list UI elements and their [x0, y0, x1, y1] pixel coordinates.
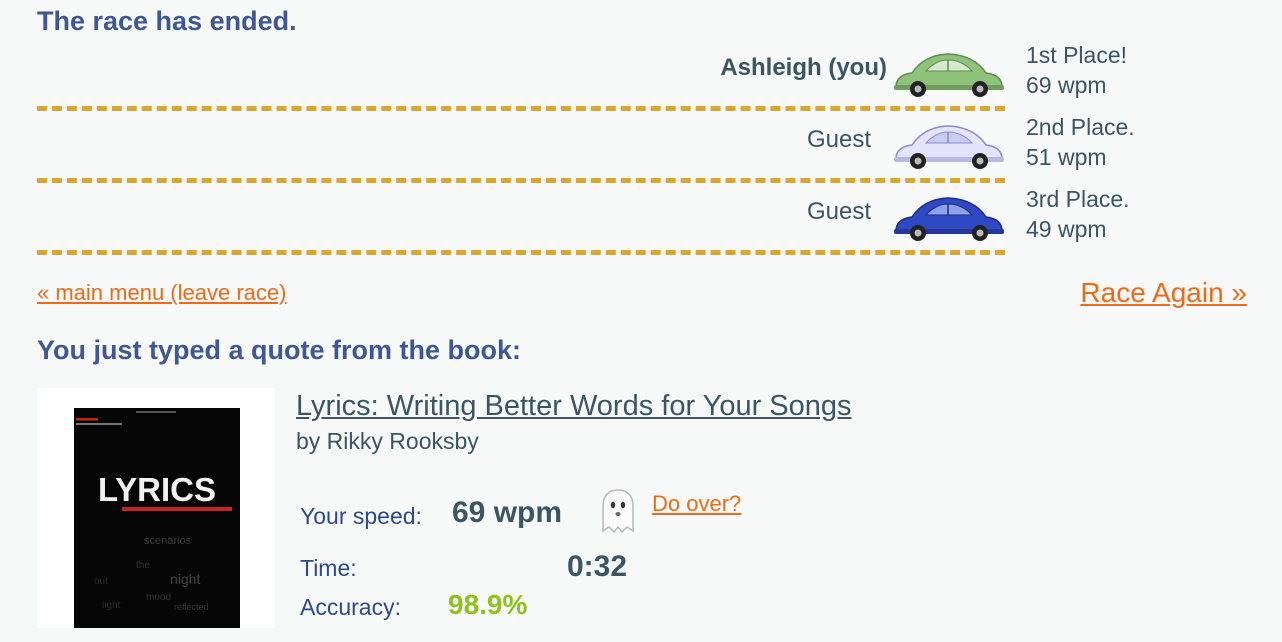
racer-name-1: Ashleigh (you): [720, 54, 887, 81]
svg-text:light: light: [102, 600, 121, 611]
track-lane-divider: [37, 250, 1005, 255]
book-cover-image[interactable]: LYRICS scenarios night the out mood ligh…: [74, 408, 240, 628]
time-label: Time:: [300, 555, 357, 581]
do-over-link[interactable]: Do over?: [652, 491, 741, 517]
racer-speed-1: 69 wpm: [1026, 72, 1107, 98]
svg-text:reflected: reflected: [174, 602, 209, 612]
car-icon-green: [890, 49, 1006, 99]
speed-label: Your speed:: [300, 503, 422, 529]
ghost-icon[interactable]: [594, 487, 642, 535]
accuracy-value: 98.9%: [448, 589, 528, 620]
speed-value: 69 wpm: [452, 496, 563, 529]
racer-place-3: 3rd Place.: [1026, 186, 1130, 212]
track-lane-divider: [37, 106, 1005, 111]
book-cover-text: LYRICS: [98, 471, 216, 508]
racer-speed-3: 49 wpm: [1026, 216, 1107, 242]
svg-text:night: night: [170, 571, 200, 587]
racer-speed-2: 51 wpm: [1026, 144, 1107, 170]
car-icon-blue: [890, 193, 1006, 243]
main-menu-link[interactable]: « main menu (leave race): [37, 280, 286, 306]
svg-text:the: the: [136, 560, 150, 571]
car-icon-lavender: [890, 121, 1006, 171]
race-status-title: The race has ended.: [37, 6, 297, 36]
racer-name-2: Guest: [806, 126, 871, 153]
book-title-link[interactable]: Lyrics: Writing Better Words for Your So…: [296, 390, 852, 423]
track-lane-divider: [37, 178, 1005, 183]
racer-place-2: 2nd Place.: [1026, 114, 1135, 140]
svg-text:scenarios: scenarios: [144, 535, 192, 547]
racer-place-1: 1st Place!: [1026, 42, 1127, 68]
time-value: 0:32: [567, 550, 628, 583]
race-again-link[interactable]: Race Again »: [1080, 277, 1247, 309]
svg-text:out: out: [94, 576, 108, 587]
book-author: by Rikky Rooksby: [296, 428, 479, 454]
svg-text:mood: mood: [146, 592, 171, 603]
accuracy-label: Accuracy:: [300, 594, 401, 620]
racer-name-3: Guest: [806, 198, 871, 225]
quote-heading: You just typed a quote from the book:: [37, 335, 521, 365]
